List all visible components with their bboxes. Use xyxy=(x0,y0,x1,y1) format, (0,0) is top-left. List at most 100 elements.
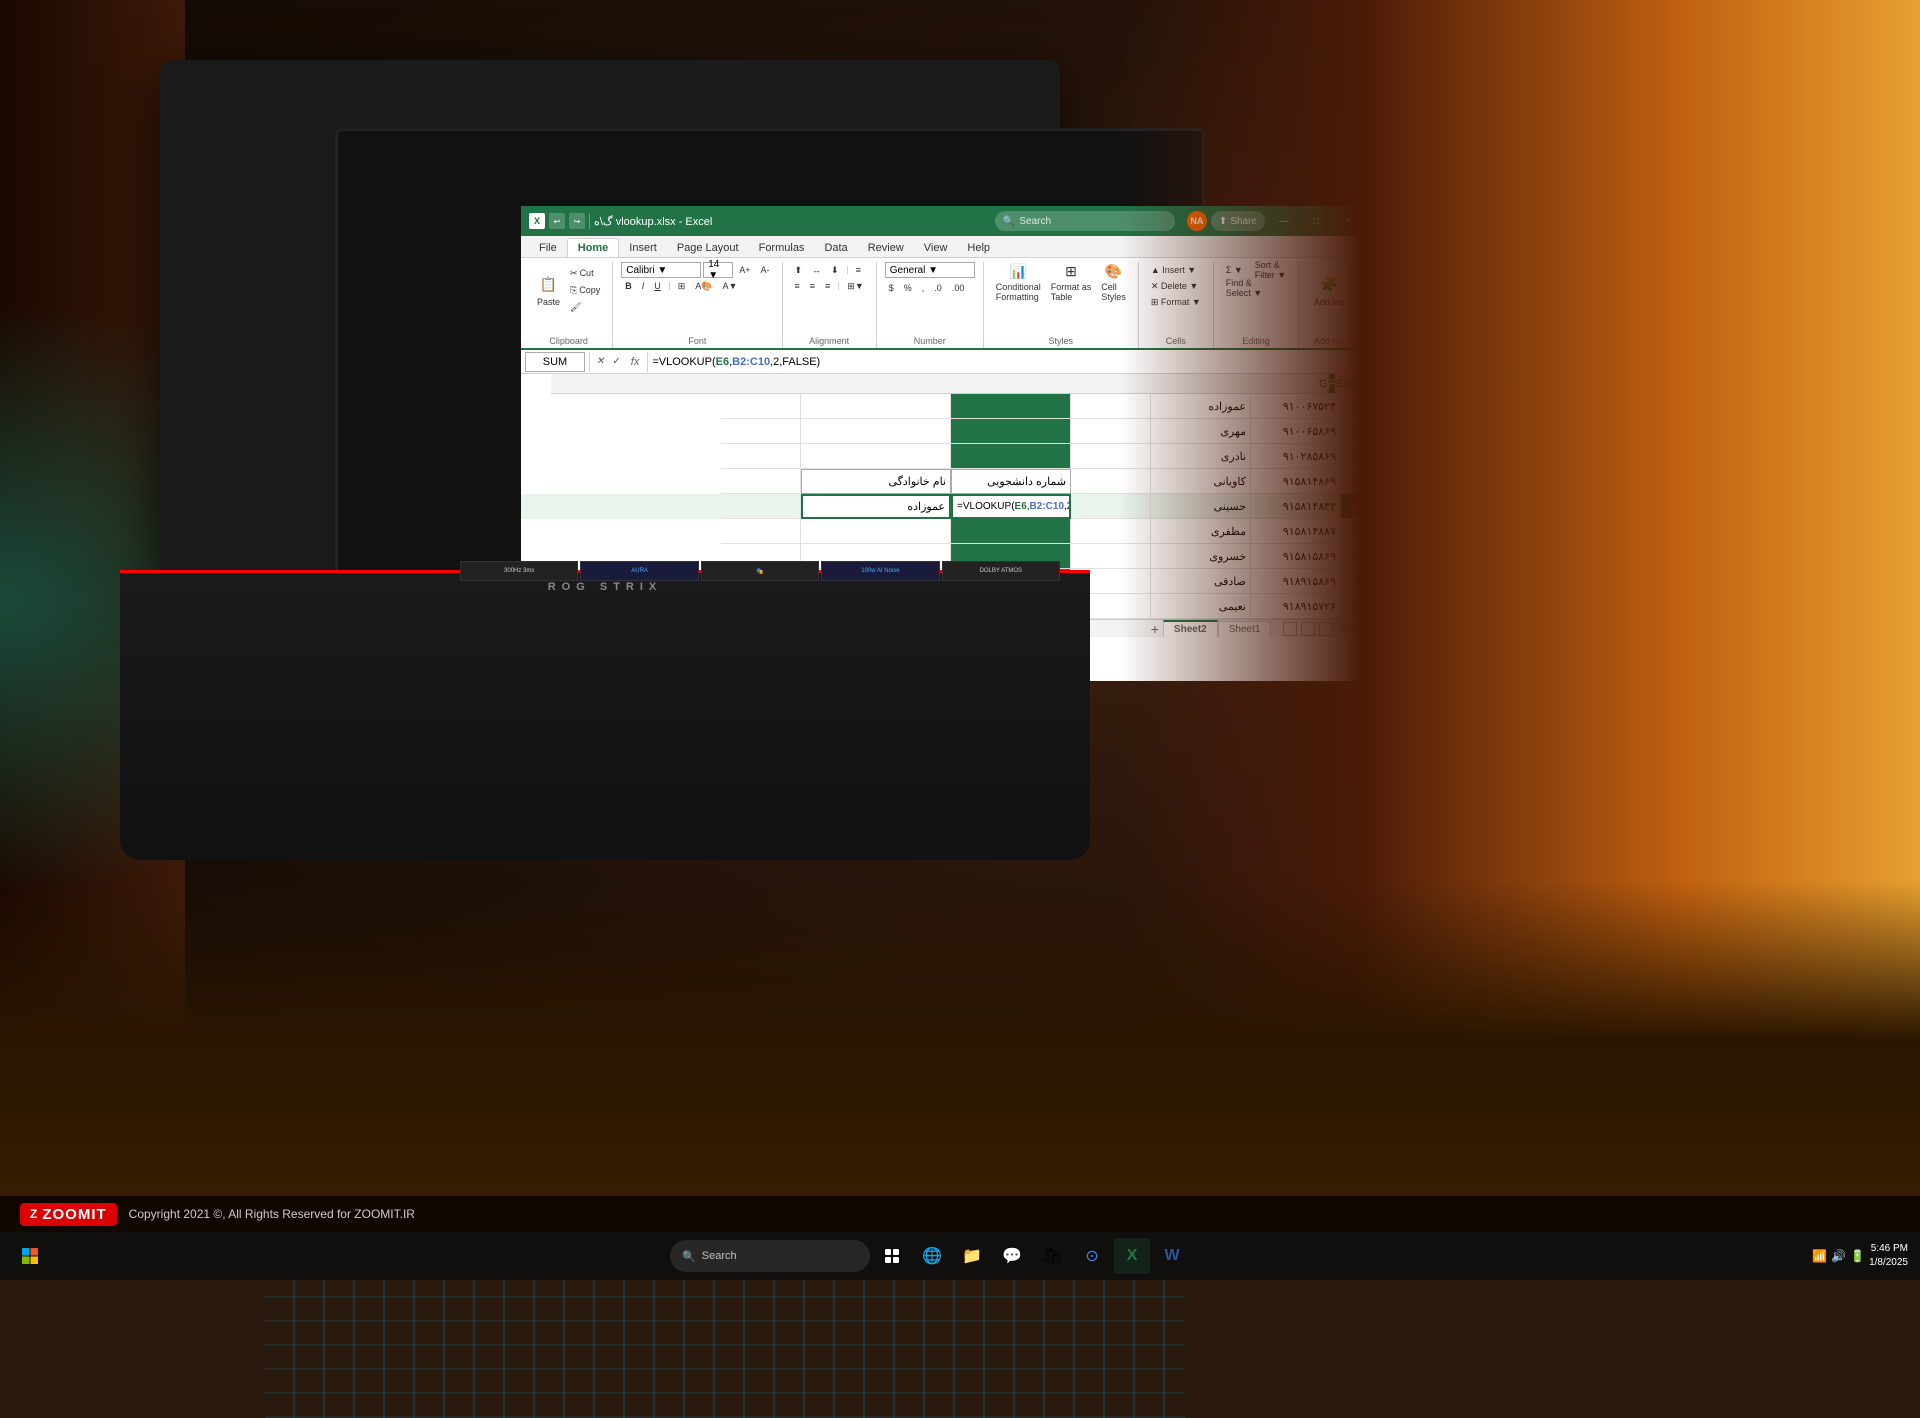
rog-strix-logo: ROG STRIX xyxy=(548,581,663,593)
keyboard-base: ROG STRIX xyxy=(120,570,1090,860)
cut-icon: ✂ xyxy=(570,268,578,279)
cell-f4[interactable] xyxy=(801,444,951,469)
align-left-button[interactable]: ≡ xyxy=(791,278,804,294)
currency-button[interactable]: $ xyxy=(885,280,898,296)
formula-display: =VLOOKUP(E6,B2:C10,2,FALSE) xyxy=(957,501,1071,512)
clipboard-label: Clipboard xyxy=(533,334,604,348)
cell-e4[interactable] xyxy=(951,444,1071,469)
decrease-decimal-button[interactable]: .00 xyxy=(948,280,969,296)
underline-button[interactable]: U xyxy=(650,278,665,294)
cell-g6[interactable] xyxy=(721,494,801,519)
tab-data[interactable]: Data xyxy=(814,239,857,257)
cell-e3[interactable] xyxy=(951,419,1071,444)
cell-f6-result[interactable]: عموزاده xyxy=(801,494,951,519)
font-size-dropdown[interactable]: 14 ▼ xyxy=(703,262,733,278)
taskbar-search-bar[interactable]: 🔍 Search xyxy=(670,1240,870,1272)
edge-icon[interactable]: 🌐 xyxy=(914,1238,950,1274)
formula-divider2 xyxy=(647,352,648,372)
cond-format-icon: 📊 xyxy=(1007,263,1029,280)
format-painter-icon: 🖌 xyxy=(570,302,581,313)
tab-formulas[interactable]: Formulas xyxy=(749,239,815,257)
separator xyxy=(847,266,848,274)
styles-label: Styles xyxy=(992,334,1130,348)
wrap-text-button[interactable]: ≡ xyxy=(852,262,865,278)
number-format-dropdown[interactable]: General ▼ xyxy=(885,262,975,278)
teams-icon[interactable]: 💬 xyxy=(994,1238,1030,1274)
cell-f7[interactable] xyxy=(801,519,951,544)
undo-btn[interactable]: ↩ xyxy=(549,213,565,229)
copy-button[interactable]: ⎘ Copy xyxy=(566,282,604,298)
cell-e2[interactable] xyxy=(951,394,1071,419)
tab-pagelayout[interactable]: Page Layout xyxy=(667,239,749,257)
cell-g5[interactable] xyxy=(721,469,801,494)
redo-btn[interactable]: ↪ xyxy=(569,213,585,229)
cell-g7[interactable] xyxy=(721,519,801,544)
title-bar-left: X ↩ ↪ گ\ه vlookup.xlsx - Excel xyxy=(529,213,991,229)
store-icon[interactable]: 🛍 xyxy=(1034,1238,1070,1274)
divider xyxy=(589,213,590,229)
fill-color-button[interactable]: A🎨 xyxy=(691,278,716,294)
search-icon: 🔍 xyxy=(1003,216,1015,227)
tab-insert[interactable]: Insert xyxy=(619,239,667,257)
cell-f3[interactable] xyxy=(801,419,951,444)
border-button[interactable]: ⊞ xyxy=(674,278,690,294)
battery-icon: 🔋 xyxy=(1850,1249,1865,1263)
tab-review[interactable]: Review xyxy=(858,239,914,257)
cell-f2[interactable] xyxy=(801,394,951,419)
merge-button[interactable]: ⊞▼ xyxy=(843,278,867,294)
cancel-formula-icon[interactable]: ✕ xyxy=(594,356,606,367)
volume-icon: 🔊 xyxy=(1831,1249,1846,1263)
excel-app-icon: X xyxy=(529,213,545,229)
spec-dolby: DOLBY ATMOS xyxy=(942,561,1060,581)
laptop-body: X ↩ ↪ گ\ه vlookup.xlsx - Excel 🔍 Search … xyxy=(160,60,1060,580)
file-explorer-icon[interactable]: 📁 xyxy=(954,1238,990,1274)
tab-home[interactable]: Home xyxy=(567,238,620,257)
paste-label: Paste xyxy=(537,297,560,307)
align-middle-button[interactable]: ↔ xyxy=(808,262,825,278)
name-box[interactable] xyxy=(525,352,585,372)
format-as-table-button[interactable]: ⊞ Format asTable xyxy=(1047,262,1096,302)
spec-aura: AURA xyxy=(580,561,698,581)
italic-button[interactable]: I xyxy=(638,278,649,294)
cell-e5-header[interactable]: شماره دانشجویی xyxy=(951,469,1071,494)
cut-label: Cut xyxy=(580,268,594,278)
percent-button[interactable]: % xyxy=(900,280,916,296)
font-family-dropdown[interactable]: Calibri ▼ xyxy=(621,262,701,278)
cut-button[interactable]: ✂ Cut xyxy=(566,265,604,281)
word-taskbar-icon[interactable]: W xyxy=(1154,1238,1190,1274)
align-right-button[interactable]: ≡ xyxy=(821,278,834,294)
tab-file[interactable]: File xyxy=(529,239,567,257)
cell-f5-header[interactable]: نام خانوادگی xyxy=(801,469,951,494)
cell-g4[interactable] xyxy=(721,444,801,469)
system-tray: 📶 🔊 🔋 xyxy=(1812,1249,1865,1263)
conditional-formatting-button[interactable]: 📊 ConditionalFormatting xyxy=(992,262,1045,302)
bold-button[interactable]: B xyxy=(621,278,636,294)
cell-e7[interactable] xyxy=(951,519,1071,544)
tab-help[interactable]: Help xyxy=(957,239,1000,257)
spec-noise: 100w AI Noise xyxy=(821,561,939,581)
tab-view[interactable]: View xyxy=(914,239,958,257)
font-color-button[interactable]: A▼ xyxy=(719,278,742,294)
cell-e6-formula[interactable]: =VLOOKUP(E6,B2:C10,2,FALSE) xyxy=(951,494,1071,519)
number-label: Number xyxy=(885,334,975,348)
chrome-icon[interactable]: ⊙ xyxy=(1074,1238,1110,1274)
comma-button[interactable]: , xyxy=(918,280,929,296)
align-center-button[interactable]: ≡ xyxy=(806,278,819,294)
task-view-button[interactable] xyxy=(874,1238,910,1274)
excel-taskbar-icon[interactable]: X xyxy=(1114,1238,1150,1274)
increase-decimal-button[interactable]: .0 xyxy=(930,280,946,296)
increase-font-button[interactable]: A+ xyxy=(735,262,754,278)
format-painter-button[interactable]: 🖌 xyxy=(566,299,604,315)
paste-button[interactable]: 📋 Paste xyxy=(533,262,564,318)
confirm-formula-icon[interactable]: ✓ xyxy=(610,356,622,367)
windows-start-button[interactable] xyxy=(12,1238,48,1274)
align-bottom-button[interactable]: ⬇ xyxy=(827,262,843,278)
paste-icon: 📋 xyxy=(538,273,560,295)
date-display: 1/8/2025 xyxy=(1869,1256,1908,1270)
cell-g3[interactable] xyxy=(721,419,801,444)
cell-g2[interactable] xyxy=(721,394,801,419)
decrease-font-button[interactable]: A- xyxy=(757,262,774,278)
formula-suffix: ,2,FALSE) xyxy=(770,356,820,368)
align-top-button[interactable]: ⬆ xyxy=(791,262,807,278)
separator xyxy=(669,282,670,290)
